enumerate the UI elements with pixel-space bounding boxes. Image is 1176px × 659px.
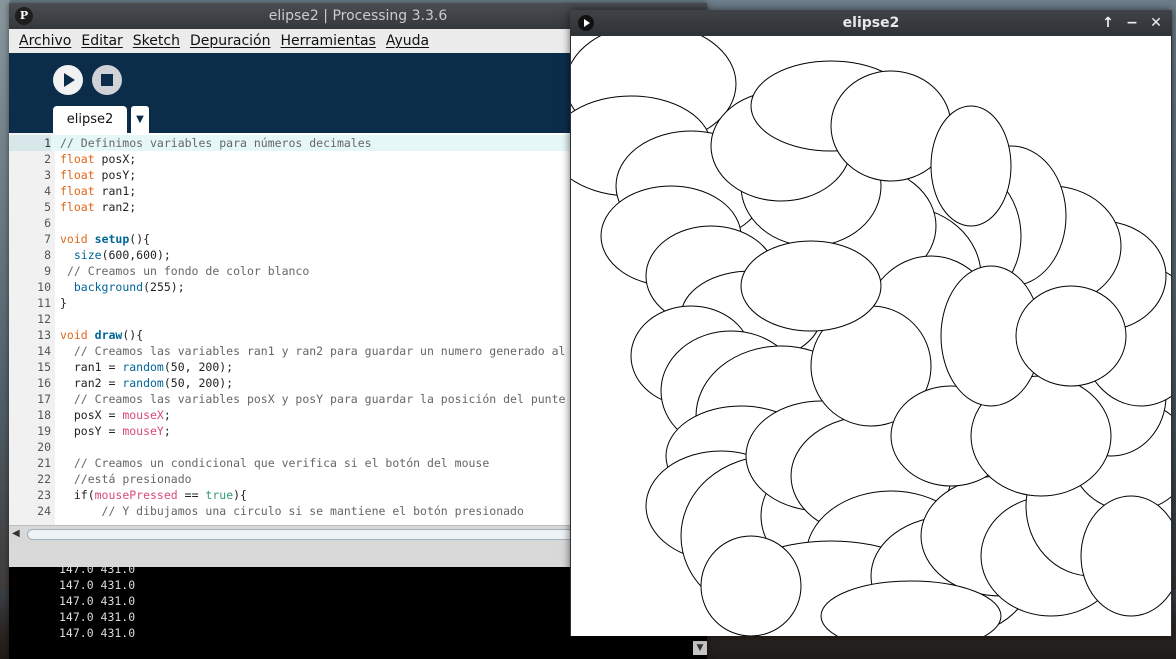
code-text: // Definimos variables para números deci…: [60, 136, 372, 150]
code-text: void setup(){: [60, 232, 151, 246]
code-text: ran1 = random(50, 200);: [60, 360, 234, 374]
line-number: 21: [37, 456, 51, 470]
line-number: 1: [9, 135, 51, 151]
menu-archivo[interactable]: Archivo: [19, 29, 71, 53]
code-text: float posX;: [60, 152, 137, 166]
stop-icon: [101, 74, 113, 86]
line-number: 23: [37, 488, 51, 502]
code-text: background(255);: [73, 280, 185, 294]
line-number: 10: [37, 280, 51, 294]
run-button[interactable]: [53, 65, 83, 95]
code-text: }: [60, 296, 67, 310]
sketch-titlebar[interactable]: elipse2 ↑ − ✕: [570, 10, 1172, 36]
line-number: 15: [37, 360, 51, 374]
code-text: // Y dibujamos una circulo si se mantien…: [101, 504, 524, 518]
line-number: 20: [37, 440, 51, 454]
ide-title-app: Processing 3.3.6: [332, 8, 448, 24]
line-number: 18: [37, 408, 51, 422]
ellipse-drawing: [571, 36, 1171, 636]
menu-ayuda[interactable]: Ayuda: [386, 29, 429, 53]
line-number: 3: [44, 168, 51, 182]
line-number: 5: [44, 200, 51, 214]
arrow-up-icon[interactable]: ↑: [1096, 10, 1120, 36]
menu-sketch[interactable]: Sketch: [133, 29, 180, 53]
line-number: 22: [37, 472, 51, 486]
stop-button[interactable]: [92, 65, 122, 95]
close-icon[interactable]: ✕: [1144, 10, 1168, 36]
console-line: 147.0 431.0: [59, 594, 136, 608]
code-text: ran2 = random(50, 200);: [60, 376, 234, 390]
code-text: float ran2;: [60, 200, 137, 214]
code-text: // Creamos un fondo de color blanco: [66, 264, 310, 278]
line-number: 2: [44, 152, 51, 166]
code-text: // Creamos las variables posX y posY par…: [73, 392, 566, 406]
line-number: 17: [37, 392, 51, 406]
line-number: 14: [37, 344, 51, 358]
drawn-ellipse: [1015, 285, 1127, 387]
drawn-ellipse: [740, 240, 882, 332]
code-text: posY = mouseY;: [60, 424, 171, 438]
line-number: 12: [37, 312, 51, 326]
minimize-icon[interactable]: −: [1120, 10, 1144, 36]
scrollbar-thumb[interactable]: [27, 529, 589, 540]
line-number: 6: [44, 216, 51, 230]
code-text: posX = mouseX;: [60, 408, 171, 422]
console-line: 147.0 431.0: [59, 562, 136, 576]
line-number: 13: [37, 328, 51, 342]
console-scroll-down-icon[interactable]: ▼: [693, 641, 707, 655]
code-text: float posY;: [60, 168, 137, 182]
line-number: 24: [37, 504, 51, 518]
tab-elipse2[interactable]: elipse2: [53, 106, 127, 133]
menu-depuracion[interactable]: Depuración: [190, 29, 271, 53]
sketch-app-icon: [578, 15, 594, 31]
tab-menu-button[interactable]: ▼: [131, 106, 149, 133]
console-line: 147.0 431.0: [59, 626, 136, 640]
scroll-left-icon[interactable]: ◀: [12, 528, 20, 539]
drawn-ellipse: [930, 105, 1012, 227]
line-number: 7: [44, 232, 51, 246]
code-text: //está presionado: [73, 472, 192, 486]
code-text: // Creamos un condicional que verifica s…: [73, 456, 490, 470]
drawn-ellipse: [700, 535, 802, 636]
console-line: 147.0 431.0: [59, 578, 136, 592]
line-number: 8: [44, 248, 51, 262]
menu-editar[interactable]: Editar: [81, 29, 122, 53]
code-text: size(600,600);: [73, 248, 171, 262]
console-line: 147.0 431.0: [59, 610, 136, 624]
processing-logo-icon: P: [15, 7, 33, 25]
code-text: void draw(){: [60, 328, 144, 342]
code-text: // Creamos las variables ran1 y ran2 par…: [73, 344, 566, 358]
ide-title-separator: |: [318, 8, 333, 24]
line-number: 4: [44, 184, 51, 198]
sketch-canvas[interactable]: [571, 36, 1171, 636]
code-text: float ran1;: [60, 184, 137, 198]
line-number: 16: [37, 376, 51, 390]
sketch-title: elipse2: [842, 15, 900, 31]
line-number: 9: [44, 264, 51, 278]
menu-herramientas[interactable]: Herramientas: [280, 29, 375, 53]
ide-title-sketch: elipse2: [268, 8, 319, 24]
sketch-window: elipse2 ↑ − ✕: [570, 10, 1172, 636]
line-number: 19: [37, 424, 51, 438]
line-number: 11: [37, 296, 51, 310]
play-icon: [64, 73, 75, 87]
code-text: if(mousePressed == true){: [60, 488, 247, 502]
chevron-down-icon: ▼: [136, 114, 144, 125]
